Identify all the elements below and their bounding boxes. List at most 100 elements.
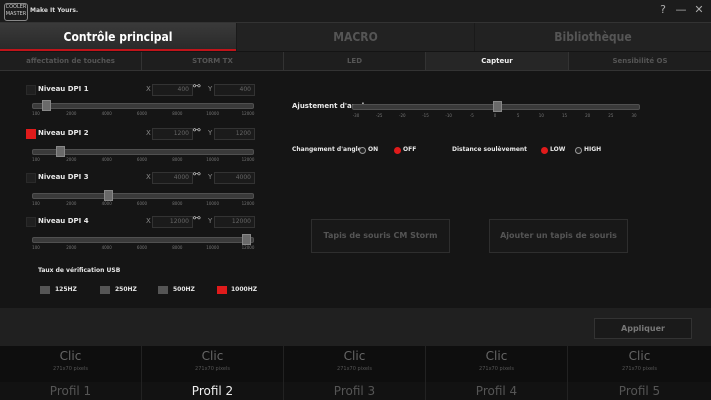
dpi-level-3-checkbox[interactable] — [26, 173, 36, 183]
tick-label: 10000 — [206, 157, 220, 162]
link-xy-icon[interactable]: ⚯ — [193, 170, 201, 180]
dpi-level-4-checkbox[interactable] — [26, 217, 36, 227]
logo-text-top: COOLER — [5, 4, 27, 10]
dpi-level-1-checkbox[interactable] — [26, 85, 36, 95]
usb-polling-title: Taux de vérification USB — [38, 267, 121, 274]
dpi-level-4-y-input[interactable]: 12000 — [214, 216, 255, 228]
usb-125-label: 125HZ — [55, 286, 77, 293]
title-bar: COOLER MASTER Make It Yours. ? — ✕ — [0, 0, 711, 22]
profile-image-placeholder: Clic — [343, 349, 366, 363]
y-axis-label: Y — [208, 173, 213, 181]
dpi-level-2-slider-thumb[interactable] — [55, 146, 65, 157]
angle-change-on-radio[interactable] — [359, 147, 366, 154]
tab-library[interactable]: Bibliothèque — [475, 23, 711, 51]
lift-distance-label: Distance soulèvement — [452, 146, 528, 153]
tick-label: 20 — [585, 113, 591, 118]
tick-label: 6000 — [136, 157, 148, 162]
tick-label: 12000 — [241, 245, 255, 250]
profile-image-size: 271x70 pixels — [337, 366, 372, 372]
profile-name: Profil 1 — [0, 382, 141, 400]
lift-low-radio[interactable] — [541, 147, 548, 154]
dpi-level-1-slider-thumb[interactable] — [42, 100, 52, 111]
subtab-sensor[interactable]: Capteur — [426, 52, 569, 70]
tab-main-control[interactable]: Contrôle principal — [0, 23, 236, 51]
subtab-storm-tx[interactable]: STORM TX — [142, 52, 284, 70]
dpi-level-4-label: Niveau DPI 4 — [38, 217, 89, 225]
dpi-level-3-slider[interactable] — [32, 190, 254, 201]
add-mousepad-button[interactable]: Ajouter un tapis de souris — [489, 219, 628, 253]
dpi-level-2-x-input[interactable]: 1200 — [152, 128, 193, 140]
dpi-level-1-slider[interactable] — [32, 100, 254, 111]
help-icon[interactable]: ? — [656, 3, 670, 16]
link-xy-icon[interactable]: ⚯ — [193, 126, 201, 136]
profile-4[interactable]: Clic 271x70 pixels Profil 4 — [426, 346, 568, 400]
angle-change-off-label: OFF — [403, 146, 417, 153]
x-axis-label: X — [146, 173, 151, 181]
y-axis-label: Y — [208, 85, 213, 93]
tick-label: -10 — [445, 113, 452, 118]
profile-image-placeholder: Clic — [59, 349, 82, 363]
profile-3[interactable]: Clic 271x70 pixels Profil 3 — [284, 346, 426, 400]
profile-image-size: 271x70 pixels — [195, 366, 230, 372]
lift-high-radio[interactable] — [575, 147, 582, 154]
tick-label: -5 — [469, 113, 474, 118]
dpi-level-2-y-input[interactable]: 1200 — [214, 128, 255, 140]
sub-tabs: affectation de touches STORM TX LED Capt… — [0, 52, 711, 71]
tick-label: 0 — [493, 113, 497, 118]
dpi-level-3-x-input[interactable]: 4000 — [152, 172, 193, 184]
dpi-level-4-x-input[interactable]: 12000 — [152, 216, 193, 228]
dpi-level-2-checkbox[interactable] — [26, 129, 36, 139]
close-icon[interactable]: ✕ — [692, 3, 706, 16]
tick-label: 12000 — [241, 111, 255, 116]
storm-mousepad-button[interactable]: Tapis de souris CM Storm — [311, 219, 450, 253]
angle-change-off-radio[interactable] — [394, 147, 401, 154]
tick-label: -30 — [352, 113, 360, 118]
dpi-level-4-slider-thumb[interactable] — [242, 234, 251, 245]
dpi-level-2-slider[interactable] — [32, 146, 254, 157]
tick-label: -25 — [375, 113, 383, 118]
link-xy-icon[interactable]: ⚯ — [193, 214, 201, 224]
profile-5[interactable]: Clic 271x70 pixels Profil 5 — [568, 346, 711, 400]
profile-1[interactable]: Clic 271x70 pixels Profil 1 — [0, 346, 142, 400]
tick-label: 8000 — [172, 245, 183, 250]
tick-label: 2000 — [66, 157, 77, 162]
usb-125-option[interactable] — [40, 286, 50, 294]
dpi-level-2-label: Niveau DPI 2 — [38, 129, 89, 137]
usb-1000-option[interactable] — [217, 286, 227, 294]
tick-label: 8000 — [172, 111, 183, 116]
tick-label: -15 — [422, 113, 429, 118]
profile-name: Profil 2 — [142, 382, 283, 400]
y-axis-label: Y — [208, 129, 213, 137]
tick-label: 8000 — [172, 201, 183, 206]
profile-image-size: 271x70 pixels — [53, 366, 88, 372]
tick-label: 25 — [608, 113, 614, 118]
tick-label: 12000 — [241, 157, 255, 162]
tick-label: 5 — [516, 113, 520, 118]
angle-adjust-slider-thumb[interactable] — [492, 101, 502, 112]
tick-label: 15 — [561, 113, 568, 118]
minimize-icon[interactable]: — — [674, 3, 688, 16]
usb-250-option[interactable] — [100, 286, 110, 294]
dpi-level-1-y-input[interactable]: 400 — [214, 84, 255, 96]
apply-button[interactable]: Appliquer — [594, 318, 692, 339]
angle-adjust-slider[interactable] — [352, 101, 640, 112]
profile-name: Profil 5 — [568, 382, 711, 400]
subtab-os-sensitivity[interactable]: Sensibilité OS — [569, 52, 711, 70]
link-xy-icon[interactable]: ⚯ — [193, 82, 201, 92]
dpi-level-4-slider[interactable] — [32, 234, 254, 245]
dpi-level-3-y-input[interactable]: 4000 — [214, 172, 255, 184]
tick-label: 100 — [32, 111, 40, 116]
profile-2[interactable]: Clic 271x70 pixels Profil 2 — [142, 346, 284, 400]
tab-macro[interactable]: MACRO — [237, 23, 474, 51]
tick-label: 100 — [32, 201, 40, 206]
dpi-level-1-x-input[interactable]: 400 — [152, 84, 193, 96]
subtab-led[interactable]: LED — [284, 52, 426, 70]
dpi-level-3-slider-thumb[interactable] — [104, 190, 114, 201]
profiles-bar: Clic 271x70 pixels Profil 1 Clic 271x70 … — [0, 346, 711, 400]
tick-label: 4000 — [101, 157, 112, 162]
subtab-key-assignment[interactable]: affectation de touches — [0, 52, 142, 70]
tick-label: 6000 — [136, 201, 148, 206]
tick-label: 2000 — [66, 201, 77, 206]
usb-500-option[interactable] — [158, 286, 168, 294]
tick-label: 100 — [32, 245, 40, 250]
